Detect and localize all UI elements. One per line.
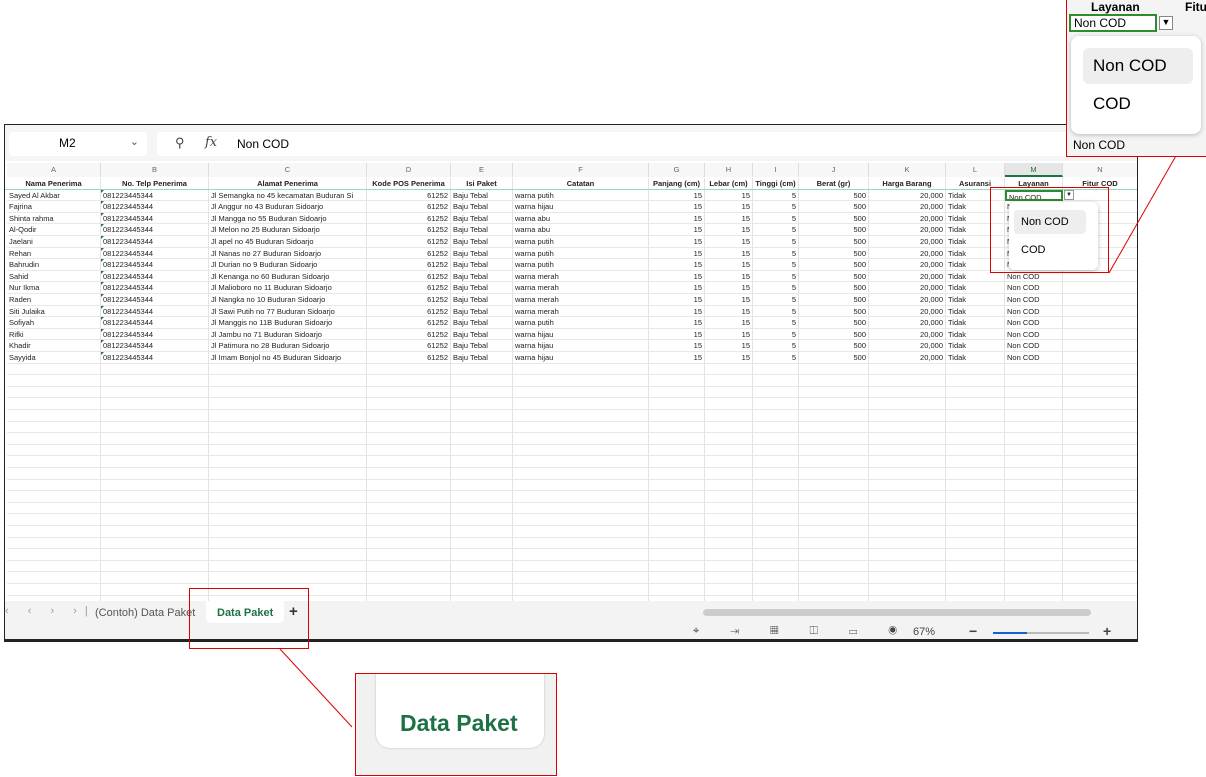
inset-cell: Non COD (1069, 14, 1157, 32)
inset-tab-label: Data Paket (400, 710, 518, 736)
inset-dropdown: Non COD COD (1071, 36, 1201, 134)
inset-option-non-cod: Non COD (1083, 48, 1193, 84)
annotation-lines (279, 139, 1186, 728)
zoom-inset-dropdown: Layanan Fitu Non COD ▼ Non COD COD Non C… (1066, 0, 1206, 157)
inset-tab: Data Paket (376, 674, 544, 748)
inset-header-fitur: Fitu (1185, 0, 1206, 14)
inset-option-cod: COD (1093, 94, 1131, 113)
zoom-inset-tab: Data Paket (355, 673, 557, 776)
inset-cell-below: Non COD (1073, 138, 1126, 152)
inset-dropdown-arrow-icon: ▼ (1159, 16, 1173, 30)
inset-header-layanan: Layanan (1091, 0, 1140, 14)
